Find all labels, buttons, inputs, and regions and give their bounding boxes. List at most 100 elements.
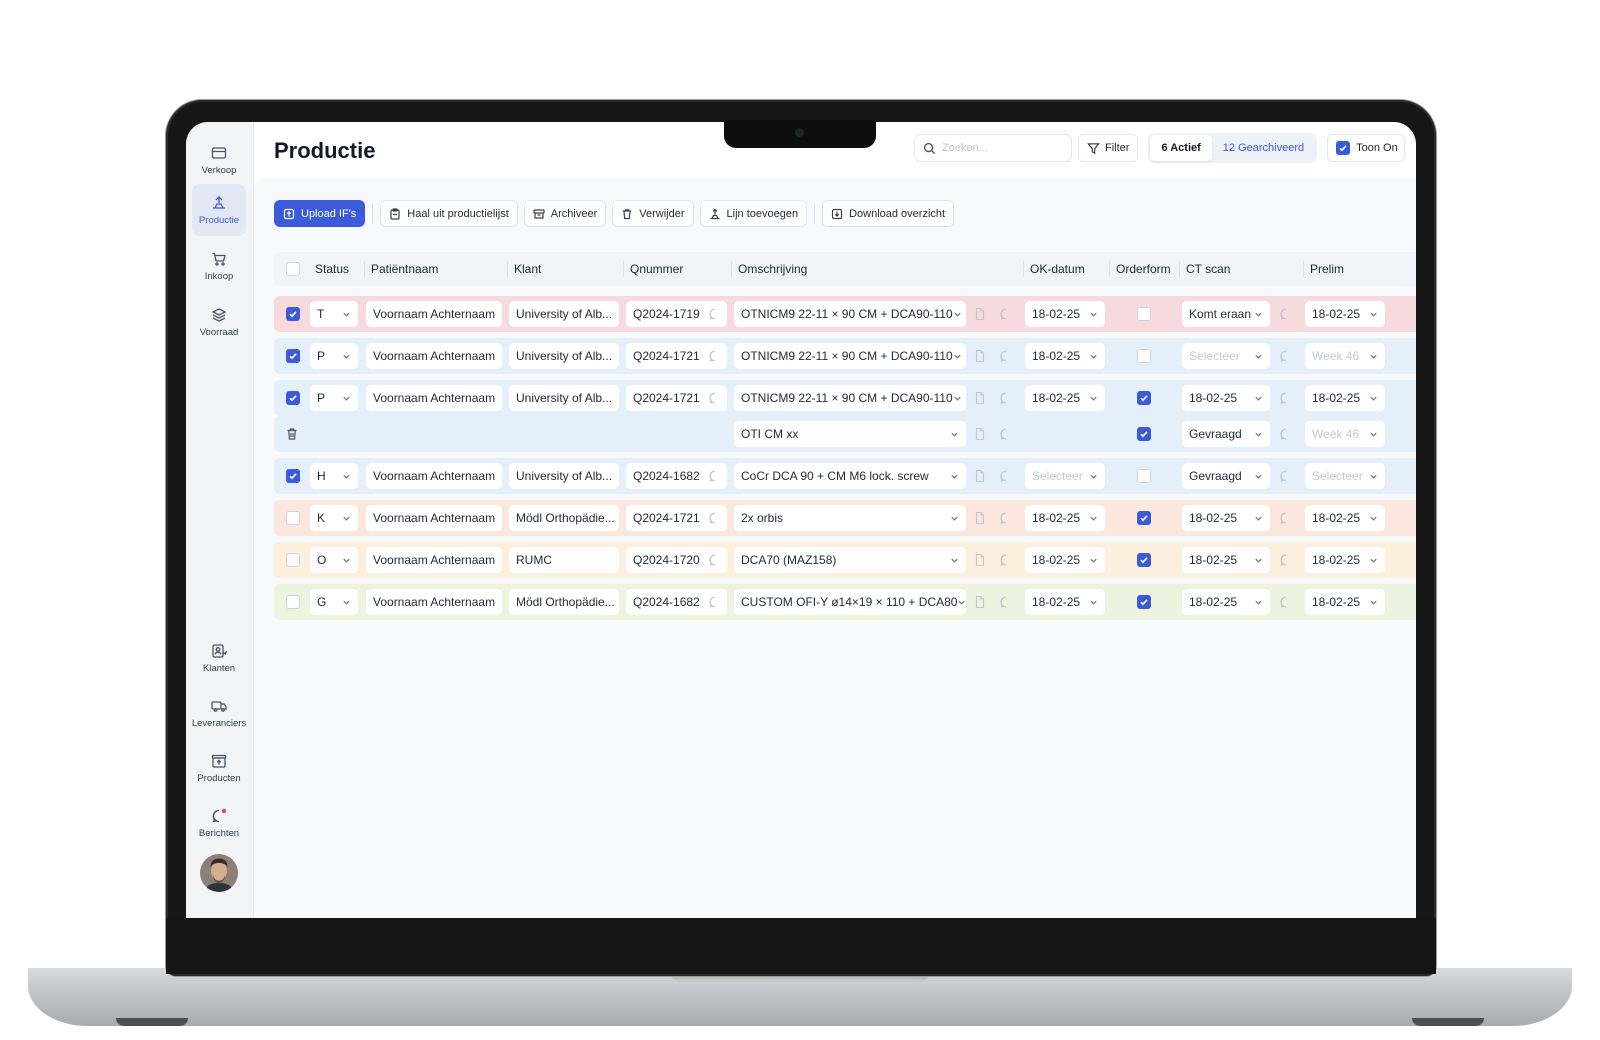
column-status[interactable]: Status [315,252,349,286]
klant-field[interactable]: University of Alb... [509,385,619,411]
row-checkbox[interactable] [286,349,300,363]
status-select[interactable]: O [310,547,358,573]
row-checkbox[interactable] [286,391,300,405]
delete-line-icon[interactable] [285,427,299,441]
klant-field[interactable]: Mödl Orthopädie... [509,589,619,615]
sidebar-item-berichten[interactable]: Berichten [192,797,246,849]
qnummer-field[interactable]: Q2024-1682 [626,589,727,615]
klant-field[interactable]: University of Alb... [509,463,619,489]
row-checkbox[interactable] [286,469,300,483]
comment-icon[interactable] [708,553,722,567]
column-klant[interactable]: Klant [507,252,541,286]
row-checkbox[interactable] [286,595,300,609]
orderform-checkbox[interactable] [1137,511,1151,525]
klant-field[interactable]: University of Alb... [509,301,619,327]
comment-icon[interactable] [999,595,1013,609]
toon-checkbox[interactable] [1336,141,1351,155]
comment-icon[interactable] [708,349,722,363]
tab-actief[interactable]: 6 Actief [1150,135,1212,161]
patient-name-field[interactable]: Voornaam Achternaam [366,505,502,531]
omschrijving-select[interactable]: DCA70 (MAZ158) [734,547,966,573]
upload-button[interactable]: Upload IF's [274,200,366,227]
comment-icon[interactable] [1279,595,1293,609]
file-icon[interactable] [973,427,987,441]
comment-icon[interactable] [1279,469,1293,483]
avatar[interactable] [200,854,238,892]
qnummer-field[interactable]: Q2024-1719 [626,301,727,327]
orderform-checkbox[interactable] [1137,427,1151,441]
row-checkbox[interactable] [286,553,300,567]
qnummer-field[interactable]: Q2024-1721 [626,385,727,411]
column-ct-scan[interactable]: CT scan [1179,252,1230,286]
sidebar-item-inkoop[interactable]: Inkoop [192,240,246,292]
comment-icon[interactable] [999,511,1013,525]
archiveer-button[interactable]: Archiveer [523,200,607,227]
comment-icon[interactable] [1279,391,1293,405]
ct-scan-select[interactable]: Gevraagd [1182,421,1270,447]
status-select[interactable]: T [310,301,358,327]
file-icon[interactable] [973,307,987,321]
ct-scan-select[interactable]: Komt eraan [1182,301,1270,327]
orderform-checkbox[interactable] [1137,595,1151,609]
patient-name-field[interactable]: Voornaam Achternaam [366,547,502,573]
omschrijving-select[interactable]: OTI CM xx [734,421,966,447]
ok-datum-select[interactable]: 18-02-25 [1025,385,1105,411]
tab-gearchiveerd[interactable]: 12 Gearchiveerd [1212,135,1315,161]
filter-button[interactable]: Filter [1078,134,1139,162]
ct-scan-select[interactable]: 18-02-25 [1182,385,1270,411]
column-omschrijving[interactable]: Omschrijving [731,252,807,286]
comment-icon[interactable] [999,349,1013,363]
comment-icon[interactable] [708,307,722,321]
prelim-select[interactable]: 18-02-25 [1305,589,1385,615]
search-input[interactable] [942,142,1062,154]
comment-icon[interactable] [999,469,1013,483]
patient-name-field[interactable]: Voornaam Achternaam [366,343,502,369]
orderform-checkbox[interactable] [1137,553,1151,567]
haal-uit-button[interactable]: Haal uit productielijst [380,200,518,227]
klant-field[interactable]: University of Alb... [509,343,619,369]
file-icon[interactable] [973,349,987,363]
orderform-checkbox[interactable] [1137,307,1151,321]
sidebar-item-productie[interactable]: Productie [192,184,246,236]
ok-datum-select[interactable]: 18-02-25 [1025,547,1105,573]
column-prelim[interactable]: Prelim [1303,252,1344,286]
sidebar-item-voorraad[interactable]: Voorraad [192,296,246,348]
row-checkbox[interactable] [286,307,300,321]
row-checkbox[interactable] [286,511,300,525]
ct-scan-select[interactable]: Selecteer [1182,343,1270,369]
prelim-select[interactable]: Week 46 [1305,421,1385,447]
comment-icon[interactable] [1279,307,1293,321]
orderform-checkbox[interactable] [1137,469,1151,483]
ct-scan-select[interactable]: Gevraagd [1182,463,1270,489]
comment-icon[interactable] [708,469,722,483]
ok-datum-select[interactable]: 18-02-25 [1025,301,1105,327]
comment-icon[interactable] [708,595,722,609]
sidebar-item-verkoop[interactable]: Verkoop [192,134,246,186]
file-icon[interactable] [973,391,987,405]
download-button[interactable]: Download overzicht [822,200,955,227]
patient-name-field[interactable]: Voornaam Achternaam [366,463,502,489]
qnummer-field[interactable]: Q2024-1721 [626,343,727,369]
ok-datum-select[interactable]: 18-02-25 [1025,343,1105,369]
select-all-checkbox[interactable] [286,262,300,276]
file-icon[interactable] [973,469,987,483]
sidebar-item-leveranciers[interactable]: Leveranciers [192,687,246,739]
ok-datum-select[interactable]: Selecteer [1025,463,1105,489]
lijn-toevoegen-button[interactable]: Lijn toevoegen [699,200,808,227]
orderform-checkbox[interactable] [1137,349,1151,363]
omschrijving-select[interactable]: CUSTOM OFI-Y ø14×19 × 110 + DCA80 [734,589,966,615]
comment-icon[interactable] [999,391,1013,405]
file-icon[interactable] [973,511,987,525]
ct-scan-select[interactable]: 18-02-25 [1182,589,1270,615]
ct-scan-select[interactable]: 18-02-25 [1182,547,1270,573]
search-box[interactable] [914,134,1072,162]
orderform-checkbox[interactable] [1137,391,1151,405]
ok-datum-select[interactable]: 18-02-25 [1025,589,1105,615]
prelim-select[interactable]: 18-02-25 [1305,385,1385,411]
comment-icon[interactable] [999,307,1013,321]
column-orderform[interactable]: Orderform [1109,252,1171,286]
status-select[interactable]: H [310,463,358,489]
qnummer-field[interactable]: Q2024-1721 [626,505,727,531]
comment-icon[interactable] [999,427,1013,441]
klant-field[interactable]: RUMC [509,547,619,573]
